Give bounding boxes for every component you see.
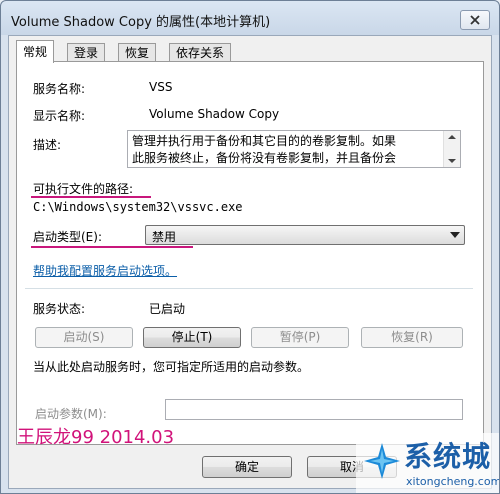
tab-dependencies-label: 依存关系 [176, 46, 225, 60]
service-status-value: 已启动 [149, 302, 186, 316]
scroll-up-icon[interactable] [448, 135, 456, 139]
service-status-label: 服务状态: [33, 302, 86, 316]
close-button[interactable] [460, 10, 490, 30]
exe-path-annotation-underline [31, 196, 151, 198]
tab-recovery[interactable]: 恢复 [118, 43, 157, 62]
description-scrollbar[interactable] [443, 131, 460, 167]
description-box[interactable]: 管理并执行用于备份和其它目的的卷影复制。如果 此服务被终止，备份将没有卷影复制，… [127, 130, 461, 168]
startup-type-select[interactable]: 禁用 [145, 225, 465, 245]
resume-button[interactable]: 恢复(R) [361, 327, 463, 348]
start-params-hint: 当从此处启动服务时，您可指定所适用的启动参数。 [33, 360, 310, 374]
close-icon [470, 15, 480, 25]
dialog-client-area: 常规 登录 恢复 依存关系 服务名称: VSS 显示名称: Volume Sha… [8, 35, 492, 489]
stop-button[interactable]: 停止(T) [143, 327, 241, 348]
starburst-logo-icon [364, 443, 400, 479]
title-bar[interactable]: Volume Shadow Copy 的属性(本地计算机) [1, 1, 499, 35]
pause-button[interactable]: 暂停(P) [251, 327, 349, 348]
description-label: 描述: [33, 138, 62, 152]
service-name-value: VSS [149, 80, 173, 94]
general-panel: 服务名称: VSS 显示名称: Volume Shadow Copy 描述: 管… [16, 61, 484, 445]
tab-dependencies[interactable]: 依存关系 [169, 43, 232, 62]
start-params-label: 启动参数(M): [35, 407, 107, 421]
start-params-input[interactable] [165, 399, 463, 420]
site-watermark: 系统城 xitongcheng.com [356, 433, 500, 493]
service-name-label: 服务名称: [33, 82, 86, 96]
startup-type-label: 启动类型(E): [33, 230, 102, 244]
watermark-url: xitongcheng.com [406, 475, 500, 488]
startup-type-annotation-underline [31, 246, 193, 248]
description-line-2: 此服务被终止，备份将没有卷影复制，并且备份会 [132, 151, 397, 165]
scroll-down-icon[interactable] [448, 159, 456, 163]
display-name-value: Volume Shadow Copy [149, 107, 280, 121]
exe-path-value: C:\Windows\system32\vssvc.exe [33, 200, 243, 214]
tab-recovery-label: 恢复 [125, 46, 150, 60]
description-line-1: 管理并执行用于备份和其它目的的卷影复制。如果 [132, 134, 397, 148]
start-button[interactable]: 启动(S) [35, 327, 133, 348]
window-title: Volume Shadow Copy 的属性(本地计算机) [11, 15, 271, 30]
startup-type-value: 禁用 [152, 230, 177, 244]
help-configure-link[interactable]: 帮助我配置服务启动选项。 [33, 262, 177, 279]
tab-logon-label: 登录 [74, 46, 99, 60]
tab-logon[interactable]: 登录 [67, 43, 106, 62]
properties-window: Volume Shadow Copy 的属性(本地计算机) 常规 登录 恢复 依… [0, 0, 500, 494]
author-signature: 王辰龙99 2014.03 [17, 427, 175, 448]
chevron-down-icon [450, 232, 460, 238]
tab-general-label: 常规 [23, 45, 48, 59]
ok-button[interactable]: 确定 [202, 456, 292, 478]
display-name-label: 显示名称: [33, 109, 86, 123]
exe-path-label: 可执行文件的路径: [33, 182, 134, 196]
watermark-logo-text: 系统城 [404, 440, 492, 473]
separator-line [25, 288, 473, 289]
tab-general[interactable]: 常规 [16, 40, 55, 63]
